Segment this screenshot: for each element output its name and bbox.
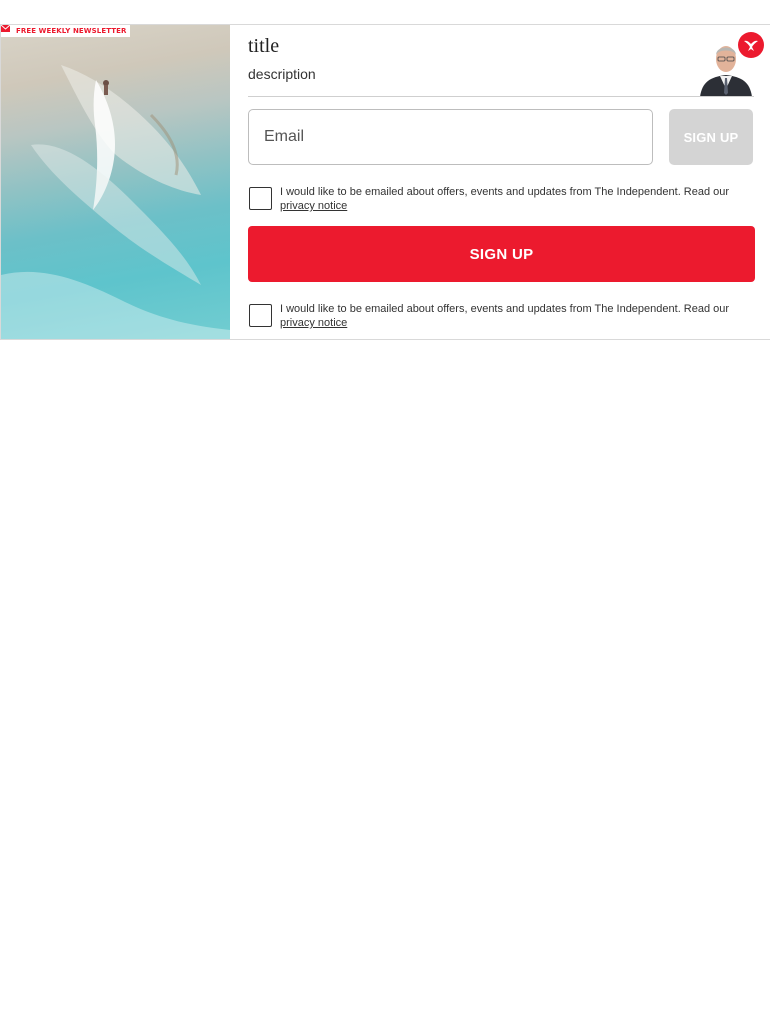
newsletter-signup-widget: FREE WEEKLY NEWSLETTER title description…	[0, 24, 770, 340]
consent-label: I would like to be emailed about offers,…	[280, 186, 730, 198]
beach-wave-illustration	[1, 65, 230, 339]
newsletter-title: title	[248, 35, 280, 57]
badge-label: FREE WEEKLY NEWSLETTER	[16, 27, 127, 35]
privacy-notice-link[interactable]: privacy notice	[280, 200, 347, 212]
signup-button[interactable]: SIGN UP	[248, 226, 755, 282]
signup-button-disabled[interactable]: SIGN UP	[669, 109, 753, 165]
privacy-notice-link[interactable]: privacy notice	[280, 317, 347, 329]
newsletter-badge: FREE WEEKLY NEWSLETTER	[1, 25, 130, 37]
independent-eagle-logo	[738, 32, 764, 58]
eagle-icon	[744, 40, 758, 51]
newsletter-description: description	[248, 66, 316, 82]
consent-label: I would like to be emailed about offers,…	[280, 303, 730, 315]
header-divider	[248, 96, 754, 97]
signup-content: title description SIGN UP I would like	[248, 25, 764, 339]
consent-row: I would like to be emailed about offers,…	[248, 184, 754, 218]
consent-text: I would like to be emailed about offers,…	[280, 185, 750, 213]
consent-checkbox[interactable]	[249, 187, 272, 210]
email-field[interactable]	[248, 109, 653, 165]
beach-promo-image: FREE WEEKLY NEWSLETTER	[1, 25, 230, 339]
consent-checkbox[interactable]	[249, 304, 272, 327]
mail-icon	[1, 25, 13, 35]
consent-row: I would like to be emailed about offers,…	[248, 301, 754, 335]
consent-text: I would like to be emailed about offers,…	[280, 302, 750, 330]
